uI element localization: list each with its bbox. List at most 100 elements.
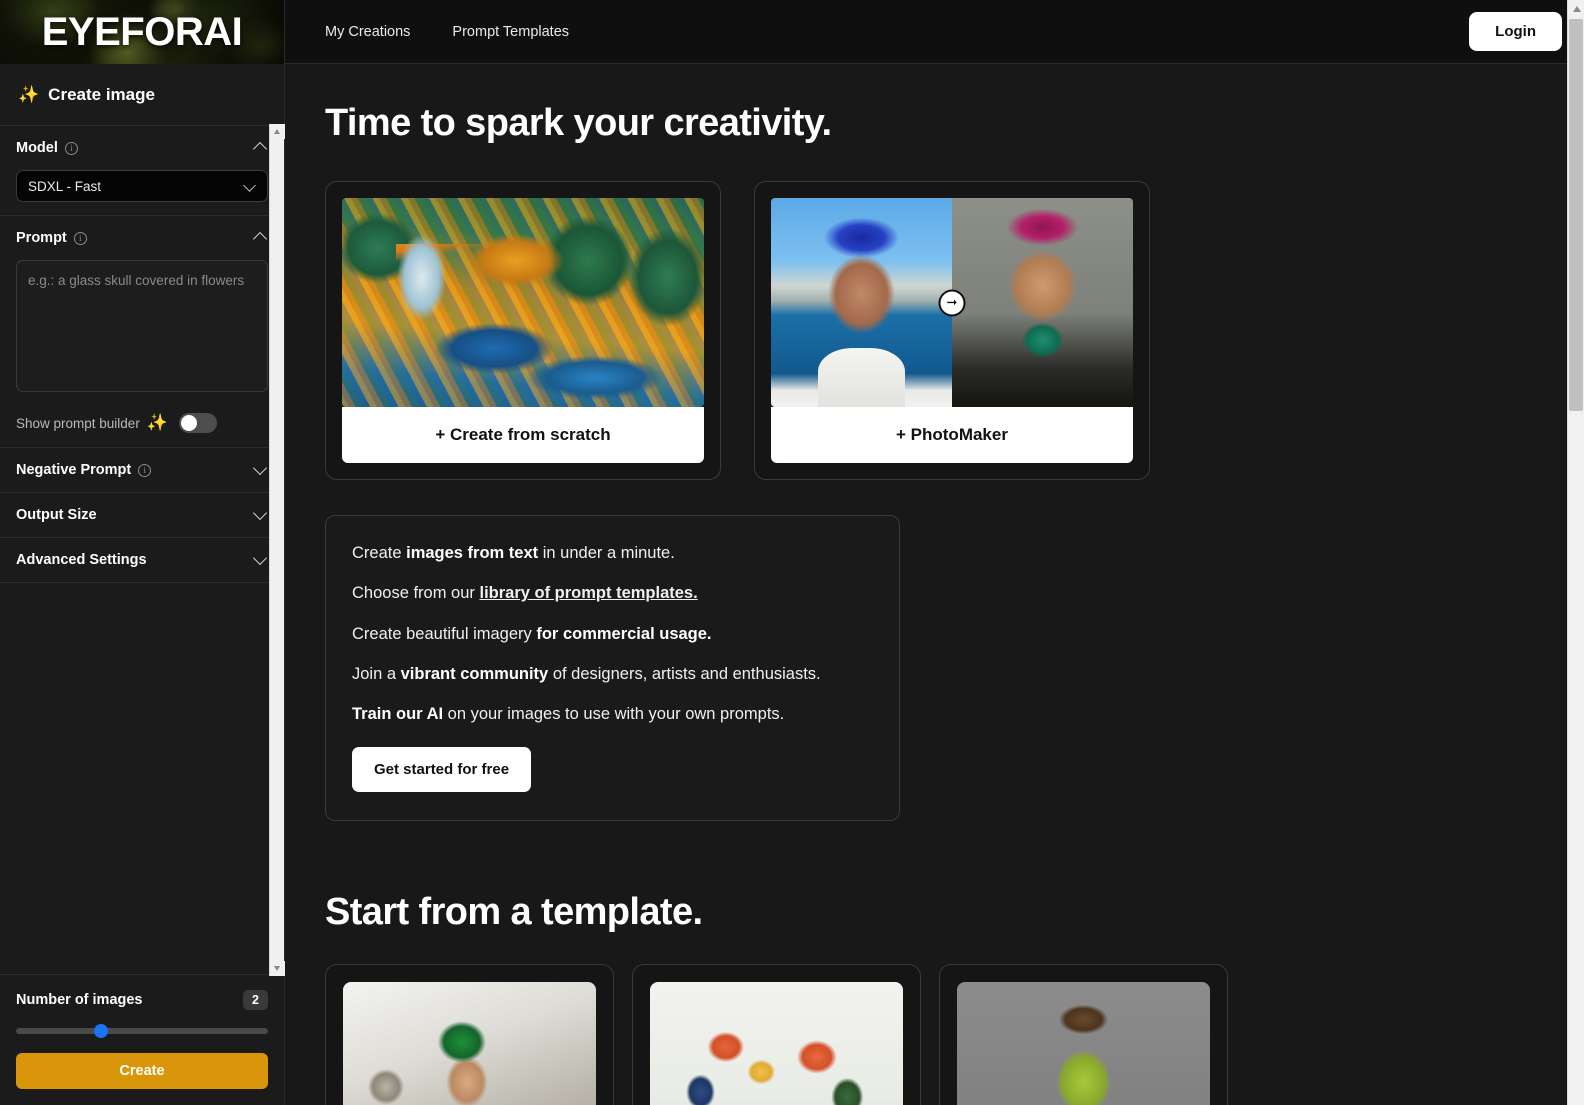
model-select[interactable]: SDXL - Fast <box>16 170 268 202</box>
main-content: My Creations Prompt Templates Login Time… <box>285 0 1584 1105</box>
section-model: Model i SDXL - Fast <box>0 126 284 216</box>
section-negative-prompt-title: Negative Prompt <box>16 462 132 478</box>
info-text: of designers, artists and enthusiasts. <box>548 664 821 683</box>
prompt-templates-link[interactable]: library of prompt templates. <box>479 584 697 602</box>
page-scrollbar[interactable] <box>1567 0 1584 1105</box>
number-of-images-slider[interactable] <box>16 1021 268 1041</box>
info-text: in under a minute. <box>538 544 675 562</box>
section-advanced-settings-header[interactable]: Advanced Settings <box>16 538 268 582</box>
sidebar-bottom-controls: Number of images 2 Create <box>0 974 284 1105</box>
section-negative-prompt: Negative Prompt i <box>0 448 284 493</box>
section-negative-prompt-header[interactable]: Negative Prompt i <box>16 448 268 492</box>
slider-track[interactable] <box>16 1028 268 1034</box>
fantasy-character-image <box>343 982 596 1105</box>
section-prompt-title: Prompt <box>16 230 67 246</box>
scroll-up-arrow-icon[interactable] <box>270 124 285 139</box>
create-from-scratch-label: + Create from scratch <box>342 407 704 463</box>
template-card-fantasy-character[interactable] <box>325 964 614 1105</box>
info-line: Create beautiful imagery for commercial … <box>352 623 873 645</box>
info-line: Join a vibrant community of designers, a… <box>352 663 873 685</box>
green-ogre-image <box>957 982 1210 1105</box>
info-icon[interactable]: i <box>64 141 78 155</box>
section-prompt: Prompt i Show prompt builder ✨ <box>0 216 284 448</box>
templates-heading: Start from a template. <box>325 891 703 934</box>
info-bold: images from text <box>406 544 539 562</box>
template-thumbnail <box>343 982 596 1105</box>
app-root: EYEFORAI ✨ Create image Model i SDXL - F… <box>0 0 1584 1105</box>
info-line: Choose from our library of prompt templa… <box>352 582 873 604</box>
slider-thumb[interactable] <box>94 1024 109 1038</box>
template-thumbnail <box>650 982 903 1105</box>
before-after-photo-pair: ➞ <box>771 198 1133 407</box>
chevron-up-icon[interactable] <box>254 141 268 155</box>
nav-my-creations[interactable]: My Creations <box>325 24 410 40</box>
prompt-input[interactable] <box>16 260 268 392</box>
info-bold: for commercial usage. <box>536 624 712 643</box>
scroll-up-arrow-icon[interactable] <box>1568 0 1584 17</box>
info-bold: Train our AI <box>352 705 444 724</box>
info-line: Create images from text in under a minut… <box>352 542 873 564</box>
sidebar-settings-panel: Model i SDXL - Fast Prompt i Sho <box>0 126 284 974</box>
login-button[interactable]: Login <box>1469 12 1562 51</box>
sidebar: EYEFORAI ✨ Create image Model i SDXL - F… <box>0 0 285 1105</box>
nav-prompt-templates[interactable]: Prompt Templates <box>452 24 569 40</box>
prompt-builder-label: Show prompt builder <box>16 415 140 431</box>
number-of-images-label: Number of images <box>16 992 143 1008</box>
chevron-down-icon[interactable] <box>254 553 268 567</box>
section-prompt-header[interactable]: Prompt i <box>16 216 268 260</box>
section-model-title: Model <box>16 140 58 156</box>
page-scrollbar-thumb[interactable] <box>1569 19 1583 411</box>
section-output-size-header[interactable]: Output Size <box>16 493 268 537</box>
create-button[interactable]: Create <box>16 1053 268 1089</box>
brand-logo: EYEFORAI <box>41 9 243 54</box>
chevron-up-icon[interactable] <box>254 231 268 245</box>
info-text: Join a <box>352 664 401 683</box>
info-text: on your images to use with your own prom… <box>443 705 785 724</box>
logo-banner[interactable]: EYEFORAI <box>0 0 284 64</box>
info-icon[interactable]: i <box>73 231 87 245</box>
photomaker-thumbnail: ➞ <box>771 198 1133 407</box>
info-text: Create <box>352 544 407 562</box>
section-advanced-settings: Advanced Settings <box>0 538 284 583</box>
template-card-green-ogre[interactable] <box>939 964 1228 1105</box>
sparkle-icon: ✨ <box>146 413 168 432</box>
info-bold: vibrant community <box>400 664 549 683</box>
photomaker-label: + PhotoMaker <box>771 407 1133 463</box>
section-output-size: Output Size <box>0 493 284 538</box>
watercolor-portrait-image <box>650 982 903 1105</box>
section-output-size-title: Output Size <box>16 507 97 523</box>
info-line: Train our AI on your images to use with … <box>352 703 873 725</box>
content-area: Time to spark your creativity. + Create … <box>285 64 1584 1105</box>
info-box: Create images from text in under a minut… <box>325 515 900 822</box>
page-title: Time to spark your creativity. <box>325 102 832 144</box>
number-of-images-value: 2 <box>243 990 268 1010</box>
prompt-builder-toggle-row: Show prompt builder ✨ <box>16 409 268 447</box>
before-photo <box>771 198 952 407</box>
template-card-row <box>325 964 1584 1105</box>
get-started-button[interactable]: Get started for free <box>352 747 532 793</box>
model-select-value: SDXL - Fast <box>28 178 102 194</box>
topbar: My Creations Prompt Templates Login <box>285 0 1584 64</box>
toggle-knob <box>181 415 197 431</box>
sidebar-scrollbar[interactable] <box>269 124 285 976</box>
chevron-down-icon[interactable] <box>254 508 268 522</box>
painting-image <box>342 198 704 407</box>
prompt-builder-toggle[interactable] <box>179 413 217 433</box>
section-advanced-settings-title: Advanced Settings <box>16 552 147 568</box>
chevron-down-icon[interactable] <box>254 463 268 477</box>
sidebar-header-create-image: ✨ Create image <box>0 64 284 126</box>
create-from-scratch-card[interactable]: + Create from scratch <box>325 181 721 480</box>
after-photo <box>952 198 1133 407</box>
action-card-row: + Create from scratch ➞ + PhotoMaker <box>325 181 1584 480</box>
sidebar-header-label: Create image <box>48 84 155 104</box>
chevron-down-icon <box>244 180 256 192</box>
info-icon[interactable]: i <box>138 463 152 477</box>
info-text: Choose from our <box>352 584 480 603</box>
section-model-header[interactable]: Model i <box>16 126 268 170</box>
create-from-scratch-thumbnail <box>342 198 704 407</box>
scroll-down-arrow-icon[interactable] <box>270 961 285 976</box>
template-card-watercolor-portrait[interactable] <box>632 964 921 1105</box>
template-thumbnail <box>957 982 1210 1105</box>
arrow-right-icon[interactable]: ➞ <box>938 289 966 316</box>
photomaker-card[interactable]: ➞ + PhotoMaker <box>754 181 1150 480</box>
